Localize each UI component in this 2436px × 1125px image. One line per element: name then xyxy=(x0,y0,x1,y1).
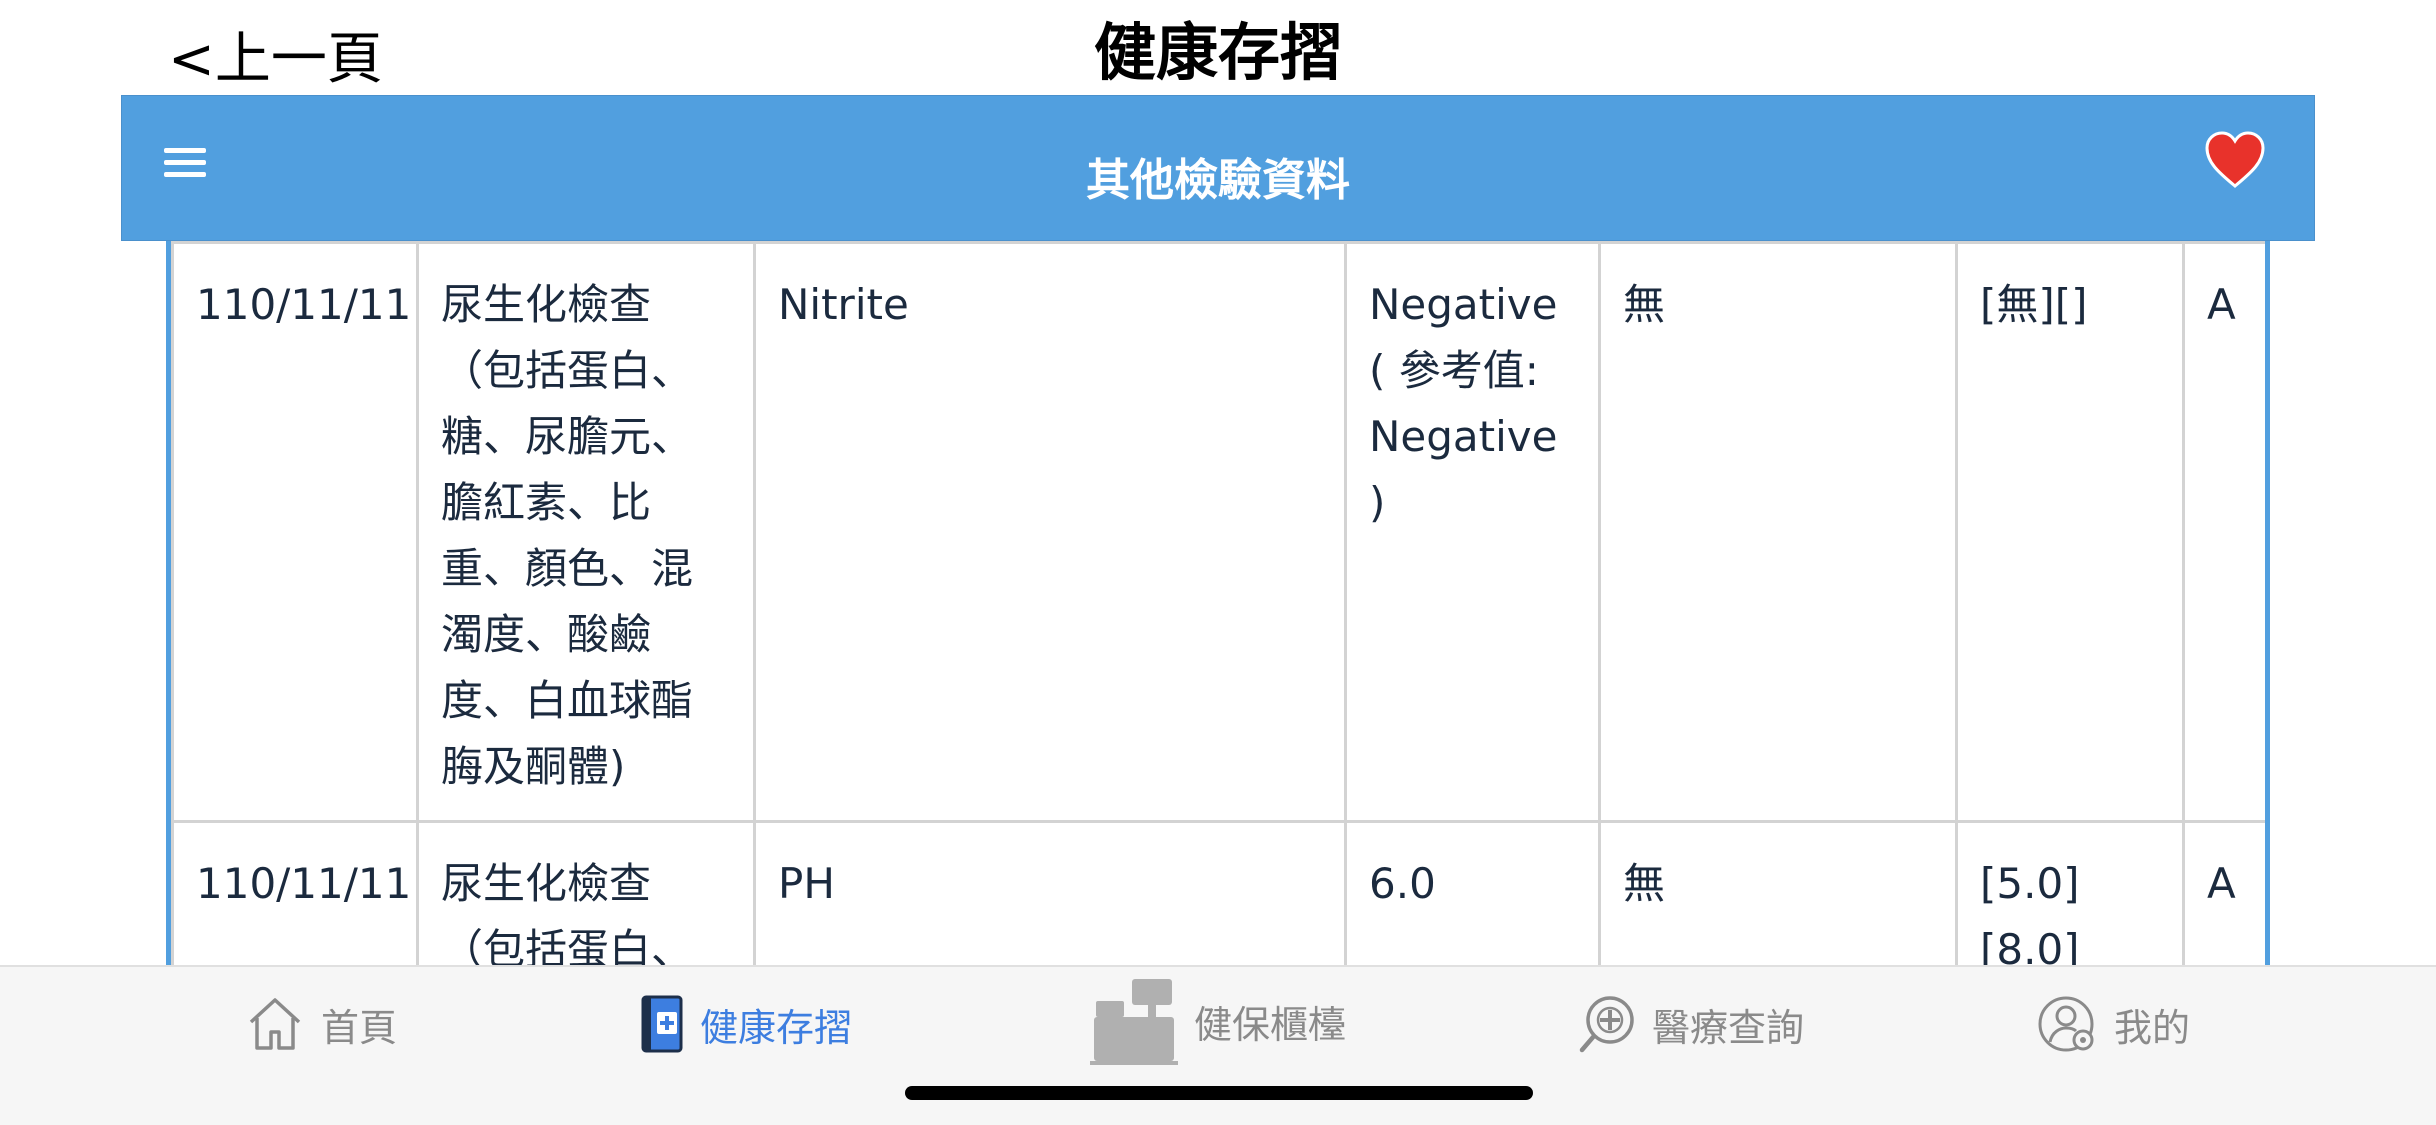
tab-label: 醫療查詢 xyxy=(1652,1005,1805,1050)
cell-range: [5.0][8.0] xyxy=(1955,820,2185,965)
tab-counter[interactable]: 健保櫃檯 xyxy=(1090,975,1346,1067)
heart-icon[interactable] xyxy=(2204,130,2266,190)
cell-exam: 尿生化檢查（包括蛋白、糖、尿膽元、膽紅素、比重、顏色、混濁度、酸鹼度、白血球酯脢… xyxy=(416,241,756,823)
table-row[interactable]: 110/11/11 尿生化檢查（包括蛋白、 PH 6.0 無 [5.0][8.0… xyxy=(171,820,2265,965)
table-row[interactable]: 110/11/11 尿生化檢查（包括蛋白、糖、尿膽元、膽紅素、比重、顏色、混濁度… xyxy=(171,241,2265,823)
tab-medical-search[interactable]: 醫療查詢 xyxy=(1578,989,1804,1059)
cell-note: 無 xyxy=(1598,820,1958,965)
tab-home[interactable]: 首頁 xyxy=(245,989,397,1059)
cell-exam: 尿生化檢查（包括蛋白、 xyxy=(416,820,756,965)
section-header: 其他檢驗資料 xyxy=(121,95,2315,241)
tab-label: 我的 xyxy=(2114,1005,2191,1050)
cell-flag: A xyxy=(2182,241,2265,823)
health-book-icon xyxy=(641,995,683,1053)
tab-label: 健保櫃檯 xyxy=(1194,1002,1347,1047)
medical-search-icon xyxy=(1579,996,1634,1053)
counter-icon xyxy=(1090,979,1178,1065)
results-table: 110/11/11 尿生化檢查（包括蛋白、糖、尿膽元、膽紅素、比重、顏色、混濁度… xyxy=(171,241,2265,965)
cell-note: 無 xyxy=(1598,241,1958,823)
page-title: 健康存摺 xyxy=(1093,16,1342,89)
home-icon xyxy=(249,998,301,1050)
cell-flag: A xyxy=(2182,820,2265,965)
cell-range: [無][] xyxy=(1955,241,2185,823)
tab-health-book[interactable]: 健康存摺 xyxy=(640,989,852,1059)
cell-item: PH xyxy=(753,820,1347,965)
tab-profile[interactable]: 我的 xyxy=(2038,989,2190,1059)
results-table-container[interactable]: 110/11/11 尿生化檢查（包括蛋白、糖、尿膽元、膽紅素、比重、顏色、混濁度… xyxy=(166,241,2270,965)
section-title: 其他檢驗資料 xyxy=(1086,155,1350,206)
cell-date: 110/11/11 xyxy=(171,241,419,823)
cell-date: 110/11/11 xyxy=(171,820,419,965)
cell-result: 6.0 xyxy=(1344,820,1601,965)
home-indicator[interactable] xyxy=(905,1086,1533,1100)
bottom-tab-bar: 首頁 健康存摺 健保櫃檯 醫療查詢 我的 xyxy=(0,965,2436,1125)
profile-settings-icon xyxy=(2038,996,2094,1052)
cell-result: Negative ( 參考值: Negative ) xyxy=(1344,241,1601,823)
tab-label: 健康存摺 xyxy=(700,1005,853,1050)
tab-label: 首頁 xyxy=(321,1005,398,1050)
top-nav-bar: <上一頁 健康存摺 xyxy=(0,0,2436,96)
cell-item: Nitrite xyxy=(753,241,1347,823)
